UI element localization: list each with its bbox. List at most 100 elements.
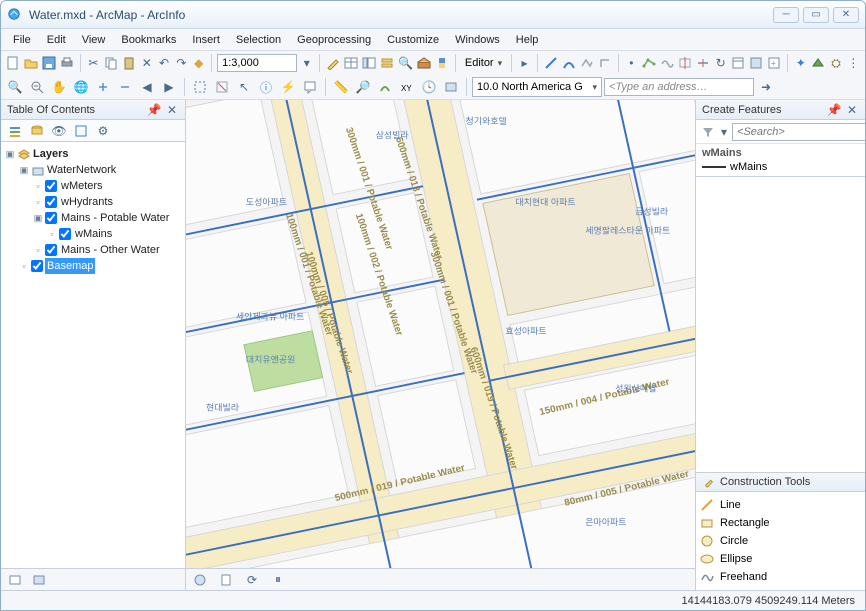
layer-whydrants[interactable]: wHydrants [59,194,115,210]
arctoolbox-icon[interactable] [416,53,432,73]
toc-icon[interactable] [361,53,377,73]
search-icon[interactable]: 🔍 [397,53,414,73]
print-icon[interactable] [59,53,75,73]
menu-customize[interactable]: Customize [379,32,447,48]
create-features-icon[interactable]: + [766,53,782,73]
toc-tab2-icon[interactable] [29,570,49,590]
editor-dropdown[interactable]: Editor▾ [461,53,506,73]
expand-icon[interactable]: ▫ [47,226,57,242]
toc-root[interactable]: Layers [31,146,70,162]
find-icon[interactable]: 🔎 [353,77,373,97]
list-by-source-icon[interactable] [27,121,47,141]
trace-icon[interactable] [579,53,595,73]
edit-vertices-icon[interactable] [641,53,657,73]
menu-insert[interactable]: Insert [184,32,228,48]
pin-icon[interactable]: 📌 [147,103,161,117]
layer-checkbox[interactable] [31,260,43,272]
fwd-extent-icon[interactable]: ▶ [159,77,179,97]
open-icon[interactable] [23,53,39,73]
ct-rectangle[interactable]: Rectangle [700,514,861,532]
network-icon[interactable]: ✦ [793,53,808,73]
filter-dd-icon[interactable]: ▾ [720,122,728,142]
edit-tool-icon[interactable]: ▸ [517,53,532,73]
maximize-button[interactable]: ▭ [803,7,829,23]
layer-mains-potable[interactable]: Mains - Potable Water [59,210,171,226]
list-by-drawing-icon[interactable] [5,121,25,141]
reshape-icon[interactable] [659,53,675,73]
filter-icon[interactable] [700,122,716,142]
clear-selection-icon[interactable] [212,77,232,97]
expand-icon[interactable]: ▫ [33,242,43,258]
pin-icon[interactable]: 📌 [827,103,841,117]
attributes-icon[interactable] [730,53,746,73]
scale-dropdown-icon[interactable]: ▾ [299,53,314,73]
back-extent-icon[interactable]: ◀ [137,77,157,97]
layer-wmains[interactable]: wMains [73,226,114,242]
more-icon[interactable]: ⋮ [846,53,861,73]
measure-icon[interactable]: 📏 [331,77,351,97]
select-elements-icon[interactable]: ↖ [234,77,254,97]
refresh-icon[interactable]: ⟳ [242,570,262,590]
fixed-zoom-in-icon[interactable] [93,77,113,97]
template-item[interactable]: wMains [700,160,861,174]
layer-checkbox[interactable] [45,212,57,224]
close-button[interactable]: ✕ [833,7,859,23]
list-by-selection-icon[interactable] [71,121,91,141]
layer-checkbox[interactable] [45,180,57,192]
viewer-icon[interactable] [441,77,461,97]
ct-freehand[interactable]: Freehand [700,568,861,586]
geocoder-locator[interactable]: 10.0 North America G▾ [472,77,602,97]
topo-icon[interactable] [810,53,826,73]
scale-input[interactable] [217,54,297,72]
menu-bookmarks[interactable]: Bookmarks [113,32,184,48]
create-features-search[interactable] [732,123,866,141]
expand-icon[interactable]: ▫ [33,194,43,210]
geocoder-input[interactable] [604,78,754,96]
hyperlink-icon[interactable]: ⚡ [278,77,298,97]
delete-icon[interactable]: ✕ [139,53,154,73]
zoom-in-icon[interactable]: 🔍 [5,77,25,97]
layer-wmeters[interactable]: wMeters [59,178,105,194]
layer-mains-other[interactable]: Mains - Other Water [59,242,162,258]
pan-icon[interactable]: ✋ [49,77,69,97]
close-pane-icon[interactable]: ✕ [845,103,859,117]
layout-view-icon[interactable] [216,570,236,590]
full-extent-icon[interactable]: 🌐 [71,77,91,97]
split-icon[interactable] [695,53,711,73]
right-angle-icon[interactable] [597,53,613,73]
options-icon[interactable]: ⚙ [93,121,113,141]
close-pane-icon[interactable]: ✕ [165,103,179,117]
redo-icon[interactable]: ↷ [174,53,189,73]
menu-windows[interactable]: Windows [447,32,508,48]
undo-icon[interactable]: ↶ [156,53,171,73]
expand-icon[interactable]: ▫ [19,258,29,274]
expand-icon[interactable]: ▣ [33,210,43,226]
menu-edit[interactable]: Edit [39,32,74,48]
catalog-icon[interactable] [379,53,395,73]
arc-segment-icon[interactable] [561,53,577,73]
list-by-visibility-icon[interactable]: 👁 [49,121,69,141]
minimize-button[interactable]: ─ [773,7,799,23]
rotate-icon[interactable]: ↻ [713,53,728,73]
toc-tab-icon[interactable] [5,570,25,590]
copy-icon[interactable] [103,53,119,73]
expand-icon[interactable]: ▣ [5,146,15,162]
sketch-prop-icon[interactable] [748,53,764,73]
layer-checkbox[interactable] [59,228,71,240]
ct-circle[interactable]: Circle [700,532,861,550]
new-icon[interactable] [5,53,21,73]
menu-file[interactable]: File [5,32,39,48]
menu-view[interactable]: View [74,32,114,48]
expand-icon[interactable]: ▣ [19,162,29,178]
ct-ellipse[interactable]: Ellipse [700,550,861,568]
find-route-icon[interactable] [375,77,395,97]
geocode-go-icon[interactable]: ➜ [756,77,776,97]
time-slider-icon[interactable]: 🕓 [419,77,439,97]
go-xy-icon[interactable]: XY [397,77,417,97]
python-icon[interactable] [434,53,450,73]
map-canvas[interactable]: 300mm / 001 / Potable Water 600mm / 013 … [186,100,695,568]
ct-line[interactable]: Line [700,496,861,514]
layer-basemap[interactable]: Basemap [45,258,95,274]
table-icon[interactable] [343,53,359,73]
menu-selection[interactable]: Selection [228,32,289,48]
